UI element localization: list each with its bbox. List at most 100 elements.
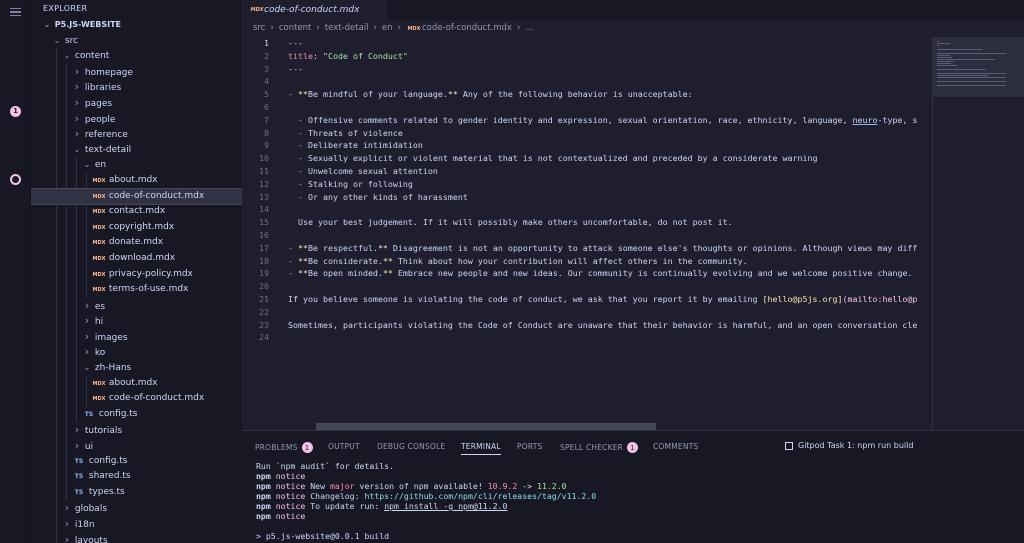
tree-file[interactable]: MDX donate.mdx: [31, 235, 242, 251]
tree-file[interactable]: TS types.ts: [31, 484, 242, 501]
code-token: Threats of violence: [307, 127, 403, 138]
tree-file[interactable]: MDX download.mdx: [31, 250, 242, 267]
terminal-token: https://github.com/npm/cli/releases/tag/…: [364, 491, 597, 501]
line-number: 12: [259, 178, 269, 189]
menu-icon[interactable]: [0, 0, 31, 24]
tree-folder[interactable]: › reference: [31, 126, 242, 142]
tree-item-label: terms-of-use.mdx: [108, 284, 189, 295]
code-token: If you believe someone is violating the …: [288, 293, 763, 304]
line-number: 8: [264, 127, 269, 138]
tree-file[interactable]: MDX privacy-policy.mdx: [31, 266, 242, 283]
breadcrumb-item[interactable]: ...: [525, 23, 533, 33]
chevron-right-icon: ›: [64, 532, 70, 543]
panel-tab-terminal[interactable]: TERMINAL: [461, 442, 501, 455]
tree-item-label: contact.mdx: [108, 206, 166, 217]
tree-file[interactable]: TS shared.ts: [31, 469, 242, 485]
minimap[interactable]: [932, 37, 1024, 430]
breadcrumb-item[interactable]: content: [279, 23, 312, 33]
chevron-right-icon: ›: [74, 80, 80, 94]
tree-folder[interactable]: › images: [31, 328, 242, 345]
tree-item-label: layouts: [74, 535, 108, 543]
mdx-file-icon: MDX: [92, 224, 106, 231]
line-number: 3: [264, 63, 269, 74]
tree-folder[interactable]: › homepage: [31, 63, 242, 80]
tree-file[interactable]: MDX code-of-conduct.mdx: [31, 391, 242, 407]
tree-file[interactable]: MDX contact.mdx: [31, 204, 242, 220]
code-line: 3 ---: [242, 63, 932, 76]
code-editor[interactable]: 1 --- 2 title: "Code of Conduct" 3 --- 4 5- **B…: [242, 37, 932, 430]
tree-item-label: config.ts: [88, 455, 128, 466]
tree-folder[interactable]: ⌄ P5.JS-WEBSITE: [31, 17, 242, 33]
code-token: Be considerate.: [308, 255, 383, 266]
tree-item-label: ko: [94, 348, 106, 359]
terminal-token: version of npm available!: [354, 481, 488, 491]
tree-folder[interactable]: ⌄ en: [31, 157, 242, 173]
chevron-right-icon: ›: [84, 345, 90, 359]
minimap-line: [937, 75, 988, 76]
minimap-line: [937, 41, 939, 42]
panel-tab-output[interactable]: OUTPUT: [328, 442, 360, 451]
code-token: -: [288, 255, 298, 266]
code-lines: 1 --- 2 title: "Code of Conduct" 3 --- 4 5- **B…: [242, 37, 932, 344]
tree-folder[interactable]: › tutorials: [31, 422, 242, 439]
tree-folder[interactable]: › i18n: [31, 516, 242, 532]
terminal-token: New: [305, 481, 330, 491]
tree-folder[interactable]: › ko: [31, 344, 242, 361]
tree-file[interactable]: MDX code-of-conduct.mdx: [31, 187, 242, 206]
tree-folder[interactable]: › libraries: [31, 79, 242, 95]
tree-item-label: code-of-conduct.mdx: [108, 190, 205, 201]
notification-badge-icon[interactable]: 1: [0, 99, 31, 123]
chevron-right-icon: ›: [64, 501, 70, 515]
code-token: -: [288, 114, 308, 125]
tree-file[interactable]: MDX terms-of-use.mdx: [31, 282, 242, 298]
tree-folder[interactable]: ⌄ src: [31, 33, 242, 49]
tree-folder[interactable]: › layouts: [31, 531, 242, 543]
tree-item-label: src: [64, 35, 79, 46]
line-text: - Threats of violence: [288, 127, 403, 140]
panel-tab-ports[interactable]: PORTS: [517, 442, 542, 451]
line-number: 13: [259, 191, 269, 202]
chevron-down-icon: ⌄: [53, 35, 61, 45]
tree-file[interactable]: MDX about.mdx: [31, 172, 242, 189]
chevron-down-icon: ⌄: [83, 363, 91, 373]
tree-folder[interactable]: › people: [31, 110, 242, 127]
panel-tab-problems[interactable]: PROBLEMS 1: [255, 442, 313, 453]
minimap-slider[interactable]: [933, 37, 1024, 97]
panel-tab-debug-console[interactable]: DEBUG CONSOLE: [377, 442, 445, 451]
tree-file[interactable]: TS config.ts: [31, 453, 242, 470]
tree-file[interactable]: TS config.ts: [31, 406, 242, 423]
horizontal-scrollbar[interactable]: [316, 423, 656, 430]
panel-tab-label: PROBLEMS: [255, 443, 298, 452]
code-token: ---: [288, 63, 303, 74]
editor-tab-code-of-conduct[interactable]: MDX code-of-conduct.mdx: [242, 0, 387, 20]
tree-folder[interactable]: ⌄ text-detail: [31, 141, 242, 158]
breadcrumb-item[interactable]: en: [382, 23, 393, 33]
breadcrumb-item[interactable]: code-of-conduct.mdx: [422, 23, 512, 33]
breadcrumb-item[interactable]: src: [253, 23, 265, 33]
bottom-panel: PROBLEMS 1 OUTPUT DEBUG CONSOLE TERMINAL PORT…: [242, 430, 1024, 543]
chevron-down-icon: ⌄: [43, 20, 51, 29]
code-token: title: [288, 50, 313, 61]
code-token: ---: [288, 38, 303, 48]
breadcrumb-item[interactable]: text-detail: [325, 23, 369, 33]
code-token: **: [447, 89, 458, 100]
line-number: 15: [259, 217, 269, 228]
tree-folder[interactable]: › ui: [31, 438, 242, 454]
terminal-line: Run `npm audit` for details.: [256, 461, 1016, 471]
tree-folder[interactable]: › globals: [31, 500, 242, 516]
terminal-task-selector[interactable]: Gitpod Task 1: npm run build: [785, 441, 913, 450]
code-token: :: [312, 50, 323, 61]
tree-folder[interactable]: ⌄ zh-Hans: [31, 360, 242, 376]
tree-folder[interactable]: › pages: [31, 94, 242, 111]
tree-file[interactable]: MDX copyright.mdx: [31, 219, 242, 236]
minimap-line: [937, 61, 954, 62]
tree-folder[interactable]: › hi: [31, 313, 242, 329]
tree-file[interactable]: MDX about.mdx: [31, 375, 242, 392]
tree-folder[interactable]: › es: [31, 297, 242, 314]
terminal-output[interactable]: Run `npm audit` for details. npm notice np…: [256, 461, 1016, 543]
panel-tab-spell-checker[interactable]: SPELL CHECKER 1: [560, 442, 639, 453]
code-line: 4: [242, 75, 932, 88]
panel-tab-comments[interactable]: COMMENTS: [653, 442, 698, 451]
tree-folder[interactable]: ⌄ content: [31, 48, 242, 64]
loading-ring-icon[interactable]: [0, 167, 31, 191]
